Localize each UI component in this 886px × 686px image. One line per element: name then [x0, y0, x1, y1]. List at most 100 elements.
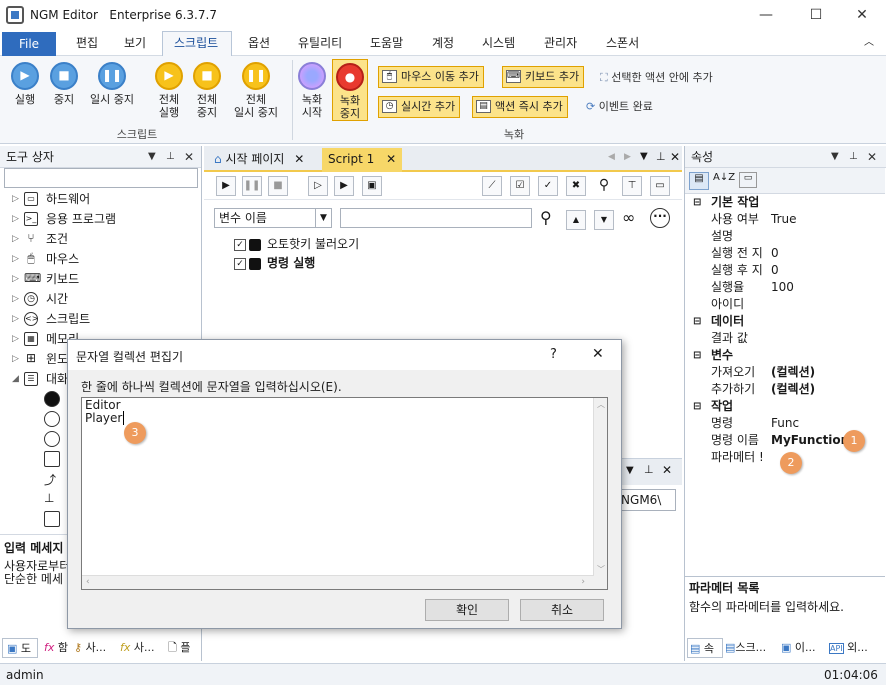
pin-icon[interactable]: ⊥ [166, 146, 175, 168]
close-panel-icon[interactable]: ✕ [662, 463, 672, 477]
checkbox[interactable]: ✓ [234, 257, 246, 270]
prop-id[interactable]: 아이디 [685, 296, 885, 313]
tree-item-mouse[interactable]: ▷ 🖱 마우스 [0, 249, 200, 269]
tab-start-page[interactable]: ⌂ 시작 페이지 ✕ [208, 148, 310, 172]
pause-all-button[interactable]: ❚❚ 전체 일시 중지 [228, 62, 284, 119]
tab-user[interactable]: ⚷ 사... [74, 638, 106, 658]
scroll-right-icon[interactable]: ▶ [624, 152, 631, 162]
step-icon[interactable]: ▷ [308, 176, 328, 196]
horizontal-scrollbar[interactable]: ‹ › [82, 575, 607, 589]
prop-pre-delay[interactable]: 실행 전 지0 [685, 245, 885, 262]
script-search-input[interactable] [340, 208, 532, 228]
dropdown-icon[interactable]: ▼ [148, 146, 156, 168]
ok-button[interactable]: 확인 [425, 599, 509, 621]
more-icon[interactable]: ··· [650, 208, 670, 228]
pause-button[interactable]: ❚❚ 일시 중지 [84, 62, 140, 106]
record-stop-button[interactable]: ● 녹화 중지 [332, 59, 368, 121]
dropdown-icon[interactable]: ▼ [626, 465, 634, 476]
prop-post-delay[interactable]: 실행 후 지0 [685, 262, 885, 279]
category-action[interactable]: ⊟ 작업 [685, 398, 885, 415]
tab-script1[interactable]: Script 1 ✕ [322, 148, 403, 172]
close-tab-icon[interactable]: ✕ [294, 152, 304, 166]
tab-list-icon[interactable]: ▼ [640, 151, 648, 162]
prop-run-rate[interactable]: 실행율 100 [685, 279, 885, 296]
tab-script-list[interactable]: ▤스크... [725, 638, 766, 658]
chart-icon[interactable]: ⟋ [482, 176, 502, 196]
add-realtime-button[interactable]: ◷ 실시간 추가 [378, 96, 461, 118]
share-alt-icon[interactable] [44, 431, 60, 447]
arrow-down-icon[interactable]: ▼ [594, 210, 614, 230]
add-into-selected-button[interactable]: ⛶ 선택한 액션 안에 추가 [600, 69, 713, 85]
prop-add[interactable]: 추가하기 (컬렉션) [685, 381, 885, 398]
menu-edit[interactable]: 편집 [74, 30, 100, 56]
script-row[interactable]: ✓ 명령 실행 [234, 254, 315, 272]
category-data[interactable]: ⊟ 데이터 [685, 313, 885, 330]
collapse-ribbon-icon[interactable]: ︿ [862, 30, 876, 56]
menu-system[interactable]: 시스템 [480, 30, 517, 56]
tab-properties[interactable]: ▤ 속 [687, 638, 723, 658]
check-all-icon[interactable]: ☑ [510, 176, 530, 196]
stop-all-button[interactable]: ■ 전체 중지 [190, 62, 224, 119]
close-tab-icon[interactable]: ✕ [386, 152, 396, 166]
prop-enabled[interactable]: 사용 여부 True [685, 211, 885, 228]
file-menu[interactable]: File [2, 32, 56, 56]
add-mouse-move-button[interactable]: 🖱 마우스 이동 추가 [378, 66, 484, 88]
menu-account[interactable]: 계정 [430, 30, 456, 56]
property-pages-icon[interactable]: ▭ [739, 172, 757, 188]
variable-select[interactable]: 변수 이름 ▼ [214, 208, 332, 228]
string-collection-textarea[interactable]: Editor Player ‹ › ︿ ﹀ [81, 397, 608, 590]
search-icon[interactable]: ⚲ [540, 208, 552, 227]
maximize-button[interactable]: ☐ [796, 4, 836, 26]
pin-icon[interactable]: ⊥ [849, 146, 858, 168]
arrow-up-icon[interactable]: ▲ [566, 210, 586, 230]
menu-script[interactable]: 스크립트 [172, 30, 220, 56]
cancel-button[interactable]: 취소 [520, 599, 604, 621]
tab-plugin[interactable]: 🗋 플 [168, 638, 190, 658]
tree-item-script[interactable]: ▷ <> 스크립트 [0, 309, 200, 329]
hierarchy-icon[interactable]: ⊤ [622, 176, 642, 196]
close-doc-icon[interactable]: ✕ [670, 150, 680, 164]
tab-external[interactable]: API 외... [829, 638, 868, 658]
minimize-button[interactable]: — [746, 4, 786, 26]
pin-icon[interactable]: ⊥ [656, 150, 666, 163]
search-icon[interactable]: ⚲ [594, 176, 614, 196]
tree-node-icon[interactable]: ⊥ [44, 491, 60, 507]
prop-description[interactable]: 설명 [685, 228, 885, 245]
menu-admin[interactable]: 관리자 [542, 30, 579, 56]
menu-help[interactable]: 도움말 [368, 30, 405, 56]
vertical-scrollbar[interactable]: ︿ ﹀ [593, 398, 607, 576]
run-script-icon[interactable]: ▶ [216, 176, 236, 196]
run-button[interactable]: ▶ 실행 [8, 62, 42, 106]
dialog-close-button[interactable]: ✕ [592, 346, 604, 362]
message-icon[interactable] [44, 391, 60, 407]
tab-images[interactable]: ▣ 이... [781, 638, 816, 658]
close-window-button[interactable]: ✕ [842, 4, 882, 26]
infinity-icon[interactable]: ∞ [622, 208, 635, 227]
tab-user-func[interactable]: fx 사... [120, 638, 155, 658]
category-variable[interactable]: ⊟ 변수 [685, 347, 885, 364]
menu-options[interactable]: 옵션 [246, 30, 272, 56]
dropdown-icon[interactable]: ▼ [831, 146, 839, 168]
tree-item-application[interactable]: ▷ >_ 응용 프로그램 [0, 209, 200, 229]
path-icon[interactable]: ⤴ [44, 471, 60, 487]
record-start-button[interactable]: 녹화 시작 [296, 62, 328, 119]
add-keyboard-button[interactable]: ⌨ 키보드 추가 [502, 66, 585, 88]
stop-script-icon[interactable]: ■ [268, 176, 288, 196]
step-over-icon[interactable]: ▣ [362, 176, 382, 196]
share-icon[interactable] [44, 411, 60, 427]
menu-sponsor[interactable]: 스폰서 [604, 30, 641, 56]
close-panel-icon[interactable]: ✕ [184, 146, 194, 168]
category-basic[interactable]: ⊟ 기본 작업 [685, 194, 885, 211]
calendar-icon[interactable] [44, 451, 60, 467]
script-row[interactable]: ✓ 오토핫키 불러오기 [234, 235, 359, 253]
close-panel-icon[interactable]: ✕ [867, 146, 877, 168]
toolbox-search-input[interactable] [4, 168, 198, 188]
stop-button[interactable]: ■ 중지 [46, 62, 82, 106]
tree-item-condition[interactable]: ▷ ⑂ 조건 [0, 229, 200, 249]
tab-function[interactable]: fx 함 [40, 638, 68, 658]
add-action-immediate-button[interactable]: ▤ 액션 즉시 추가 [472, 96, 568, 118]
menu-view[interactable]: 보기 [122, 30, 148, 56]
categorized-icon[interactable]: ▤ [689, 172, 709, 190]
folder-icon[interactable] [44, 511, 60, 527]
step-into-icon[interactable]: ▶ [334, 176, 354, 196]
